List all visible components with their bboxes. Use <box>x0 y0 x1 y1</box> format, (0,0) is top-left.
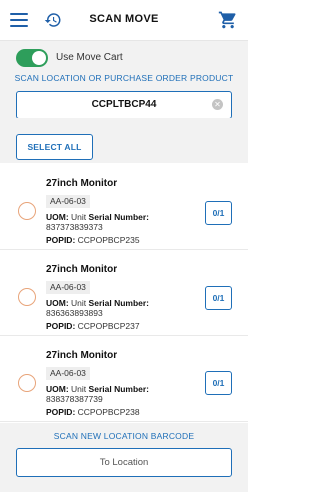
move-cart-toggle[interactable] <box>16 49 48 67</box>
scan-input-value: CCPLTBCP44 <box>91 99 157 110</box>
popid-line: POPID: CCPOPBCP237 <box>46 321 140 331</box>
item-name: 27inch Monitor <box>46 350 118 361</box>
popid-label: POPID: <box>46 407 76 417</box>
uom-serial-line: UOM: Unit Serial Number: 838378387739 <box>46 384 196 404</box>
list-item[interactable]: 27inch Monitor AA-06-03 UOM: Unit Serial… <box>0 164 248 250</box>
location-badge: AA-06-03 <box>46 281 90 294</box>
to-location-field[interactable]: To Location <box>16 448 232 477</box>
item-radio[interactable] <box>18 202 36 220</box>
uom-value: Unit <box>71 298 87 308</box>
select-all-button[interactable]: SELECT ALL <box>16 134 93 160</box>
scan-panel: Use Move Cart SCAN LOCATION OR PURCHASE … <box>0 41 248 119</box>
page-title: SCAN MOVE <box>89 13 159 25</box>
popid-line: POPID: CCPOPBCP235 <box>46 235 140 245</box>
uom-value: Unit <box>71 212 87 222</box>
toggle-knob <box>32 51 46 65</box>
serial-label: Serial Number: <box>88 384 150 394</box>
uom-label: UOM: <box>46 384 69 394</box>
popid-value: CCPOPBCP237 <box>77 321 140 331</box>
quantity-button[interactable]: 0/1 <box>205 201 232 225</box>
scan-location-caption: SCAN NEW LOCATION BARCODE <box>53 431 195 441</box>
serial-label: Serial Number: <box>88 212 150 222</box>
shopping-cart-icon[interactable] <box>218 10 238 30</box>
scan-input[interactable]: CCPLTBCP44 ✕ <box>16 91 232 119</box>
item-name: 27inch Monitor <box>46 178 118 189</box>
uom-serial-line: UOM: Unit Serial Number: 837373839373 <box>46 212 196 232</box>
item-radio[interactable] <box>18 374 36 392</box>
serial-value: 837373839373 <box>46 222 103 232</box>
popid-value: CCPOPBCP238 <box>77 407 140 417</box>
popid-value: CCPOPBCP235 <box>77 235 140 245</box>
scan-caption: SCAN LOCATION OR PURCHASE ORDER PRODUCT <box>14 73 234 83</box>
serial-value: 836363893893 <box>46 308 103 318</box>
uom-label: UOM: <box>46 212 69 222</box>
list-item[interactable]: 27inch Monitor AA-06-03 UOM: Unit Serial… <box>0 336 248 422</box>
clear-icon[interactable]: ✕ <box>212 99 223 110</box>
item-radio[interactable] <box>18 288 36 306</box>
item-name: 27inch Monitor <box>46 264 118 275</box>
uom-label: UOM: <box>46 298 69 308</box>
quantity-button[interactable]: 0/1 <box>205 286 232 310</box>
location-badge: AA-06-03 <box>46 195 90 208</box>
popid-label: POPID: <box>46 321 76 331</box>
uom-value: Unit <box>71 384 87 394</box>
list-item[interactable]: 27inch Monitor AA-06-03 UOM: Unit Serial… <box>0 250 248 336</box>
popid-label: POPID: <box>46 235 76 245</box>
serial-label: Serial Number: <box>88 298 150 308</box>
quantity-button[interactable]: 0/1 <box>205 371 232 395</box>
location-badge: AA-06-03 <box>46 367 90 380</box>
location-panel: SCAN NEW LOCATION BARCODE To Location <box>0 423 248 492</box>
uom-serial-line: UOM: Unit Serial Number: 836363893893 <box>46 298 196 318</box>
popid-line: POPID: CCPOPBCP238 <box>46 407 140 417</box>
app-header: SCAN MOVE <box>0 0 248 41</box>
select-all-area: SELECT ALL <box>0 118 248 163</box>
move-cart-label: Use Move Cart <box>56 52 123 63</box>
serial-value: 838378387739 <box>46 394 103 404</box>
